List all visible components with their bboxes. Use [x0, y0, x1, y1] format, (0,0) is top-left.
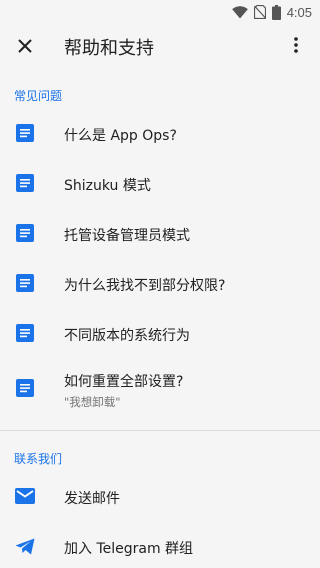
- wifi-icon: [231, 5, 248, 19]
- contact-section: 联系我们 发送邮件 加入 Telegram 群组: [0, 431, 320, 568]
- page-title: 帮助和支持: [64, 38, 154, 59]
- document-icon: [16, 379, 34, 401]
- more-vert-icon: [294, 37, 298, 57]
- list-item-subtitle: "我想卸载": [64, 394, 121, 409]
- list-item-title: 如何重置全部设置?: [64, 373, 184, 390]
- contact-item-send-email[interactable]: 发送邮件: [0, 473, 320, 523]
- faq-section-header: 常见问题: [14, 89, 63, 103]
- faq-item-missing-permissions[interactable]: 为什么我找不到部分权限?: [0, 260, 320, 310]
- battery-icon: [271, 4, 281, 20]
- app-bar: 帮助和支持: [0, 24, 320, 70]
- faq-item-system-behavior[interactable]: 不同版本的系统行为: [0, 310, 320, 360]
- faq-item-reset-settings[interactable]: 如何重置全部设置? "我想卸载": [0, 360, 320, 420]
- document-icon: [16, 224, 34, 246]
- list-item-title: 为什么我找不到部分权限?: [64, 278, 226, 294]
- list-item-title: 加入 Telegram 群组: [64, 541, 194, 557]
- status-time: 4:05: [286, 4, 312, 20]
- close-button[interactable]: [0, 24, 50, 70]
- list-item-title: 不同版本的系统行为: [64, 328, 190, 344]
- faq-section: 常见问题 什么是 App Ops? Shizuku 模式 托管设备管理员模式 为…: [0, 70, 320, 420]
- document-icon: [16, 324, 34, 346]
- faq-item-shizuku-mode[interactable]: Shizuku 模式: [0, 160, 320, 210]
- list-item-title: Shizuku 模式: [64, 178, 151, 194]
- list-item-title: 什么是 App Ops?: [64, 128, 177, 144]
- email-icon: [15, 488, 35, 508]
- document-icon: [16, 274, 34, 296]
- more-options-button[interactable]: [276, 24, 316, 70]
- faq-item-what-is-app-ops[interactable]: 什么是 App Ops?: [0, 110, 320, 160]
- contact-item-telegram[interactable]: 加入 Telegram 群组: [0, 523, 320, 568]
- list-item-title: 发送邮件: [64, 491, 120, 507]
- document-icon: [16, 124, 34, 146]
- list-item-title: 托管设备管理员模式: [64, 228, 190, 244]
- telegram-icon: [15, 538, 35, 559]
- help-support-screen: 4:05 帮助和支持 常见问题 什么是 App Ops? Shizuku 模式 …: [0, 0, 320, 568]
- close-icon: [18, 38, 32, 57]
- faq-item-device-owner-mode[interactable]: 托管设备管理员模式: [0, 210, 320, 260]
- status-bar: 4:05: [0, 0, 320, 24]
- document-icon: [16, 174, 34, 196]
- no-sim-icon: [253, 5, 266, 19]
- contact-section-header: 联系我们: [14, 452, 63, 466]
